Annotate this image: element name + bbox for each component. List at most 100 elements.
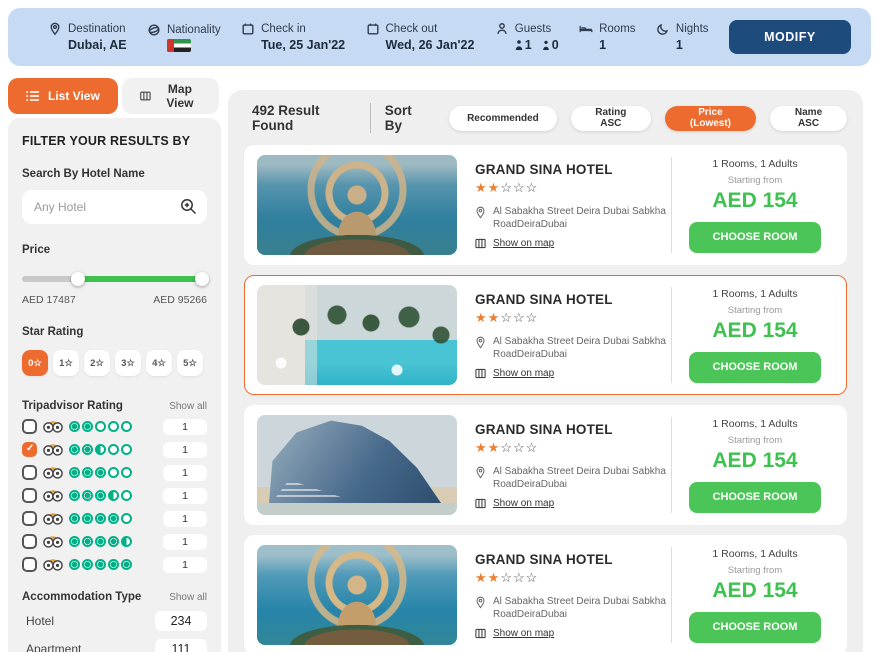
star-chip-2[interactable]: 2☆ xyxy=(84,350,110,376)
hotel-name: GRAND SINA HOTEL xyxy=(475,162,667,177)
star-chip-3[interactable]: 3☆ xyxy=(115,350,141,376)
choose-room-button[interactable]: CHOOSE ROOM xyxy=(689,482,821,513)
choose-room-button[interactable]: CHOOSE ROOM xyxy=(689,612,821,643)
destination-value: Dubai, AE xyxy=(68,38,127,52)
hotel-name: GRAND SINA HOTEL xyxy=(475,422,667,437)
rating-circle xyxy=(69,559,80,570)
star-chip-4[interactable]: 4☆ xyxy=(146,350,172,376)
sort-pill-name-asc[interactable]: Name ASC xyxy=(770,106,847,131)
tripadvisor-owl-icon xyxy=(43,512,63,525)
hotel-search-page: Destination Dubai, AE Nationality Check … xyxy=(0,0,879,652)
star-chip-1[interactable]: 1☆ xyxy=(53,350,79,376)
star-chip-5[interactable]: 5☆ xyxy=(177,350,203,376)
nights-field[interactable]: Nights 1 xyxy=(656,22,709,52)
location-pin-icon xyxy=(475,596,486,609)
tripadvisor-show-all-link[interactable]: Show all xyxy=(169,401,207,412)
rating-circle xyxy=(82,444,93,455)
guests-field[interactable]: Guests 1 0 xyxy=(495,22,559,52)
hotel-card[interactable]: GRAND SINA HOTEL ★★☆☆☆ Al Sabakha Street… xyxy=(244,405,847,525)
show-on-map-link[interactable]: Show on map xyxy=(475,498,667,509)
search-summary-bar: Destination Dubai, AE Nationality Check … xyxy=(8,8,871,66)
globe-icon xyxy=(147,23,161,37)
show-on-map-link[interactable]: Show on map xyxy=(475,628,667,639)
person-icon xyxy=(495,22,509,36)
tripadvisor-checkbox[interactable] xyxy=(22,557,37,572)
map-icon xyxy=(475,628,486,639)
empty-stars: ☆☆☆ xyxy=(500,310,538,325)
destination-field[interactable]: Destination Dubai, AE xyxy=(48,22,127,52)
card-divider xyxy=(671,417,672,513)
price-slider-handle-max[interactable] xyxy=(195,272,209,286)
occupancy-text: 1 Rooms, 1 Adults xyxy=(712,548,797,560)
price-slider[interactable] xyxy=(22,272,207,286)
price-text: AED 154 xyxy=(712,189,797,213)
rating-circle xyxy=(95,513,106,524)
hotel-star-rating: ★★☆☆☆ xyxy=(475,440,667,456)
choose-room-button[interactable]: CHOOSE ROOM xyxy=(689,222,821,253)
accommodation-row-apartment[interactable]: Apartment 111 xyxy=(22,639,207,652)
hotel-card[interactable]: GRAND SINA HOTEL ★★☆☆☆ Al Sabakha Street… xyxy=(244,145,847,265)
starting-from-label: Starting from xyxy=(728,435,782,446)
rating-circle xyxy=(82,467,93,478)
hotel-name: GRAND SINA HOTEL xyxy=(475,292,667,307)
rating-circle xyxy=(82,421,93,432)
price-text: AED 154 xyxy=(712,319,797,343)
location-pin-icon xyxy=(48,22,62,36)
rating-circle xyxy=(69,536,80,547)
tripadvisor-checkbox[interactable] xyxy=(22,511,37,526)
sort-options: Recommended Rating ASC Price (Lowest) Na… xyxy=(449,106,847,131)
tripadvisor-owl-icon xyxy=(43,489,63,502)
tripadvisor-row: 1 xyxy=(22,464,207,481)
list-view-button[interactable]: List View xyxy=(8,78,118,114)
tripadvisor-checkbox[interactable] xyxy=(22,442,37,457)
rating-circle xyxy=(108,421,119,432)
tripadvisor-checkbox[interactable] xyxy=(22,488,37,503)
show-on-map-label: Show on map xyxy=(493,628,554,639)
sort-pill-price-lowest[interactable]: Price (Lowest) xyxy=(665,106,756,131)
tripadvisor-rating-circles xyxy=(69,490,157,501)
hotel-address: Al Sabakha Street Deira Dubai Sabkha Roa… xyxy=(493,595,667,622)
rating-circle xyxy=(69,444,80,455)
rooms-field[interactable]: Rooms 1 xyxy=(579,22,635,52)
accommodation-type-label: Accommodation Type xyxy=(22,591,141,603)
nationality-field[interactable]: Nationality xyxy=(147,23,221,52)
check-out-field[interactable]: Check out Wed, 26 Jan'22 xyxy=(366,22,475,52)
rating-circle xyxy=(108,444,119,455)
map-view-button[interactable]: Map View xyxy=(122,78,219,114)
occupancy-text: 1 Rooms, 1 Adults xyxy=(712,288,797,300)
tripadvisor-rating-circles xyxy=(69,444,157,455)
accommodation-name: Apartment xyxy=(22,642,81,652)
tripadvisor-count: 1 xyxy=(163,511,207,527)
location-pin-icon xyxy=(475,466,486,479)
show-on-map-link[interactable]: Show on map xyxy=(475,368,667,379)
card-divider xyxy=(671,287,672,383)
choose-room-button[interactable]: CHOOSE ROOM xyxy=(689,352,821,383)
modify-button[interactable]: MODIFY xyxy=(729,20,851,54)
tripadvisor-checkbox[interactable] xyxy=(22,534,37,549)
price-slider-track[interactable] xyxy=(22,276,207,282)
card-divider xyxy=(671,547,672,643)
search-by-name-label: Search By Hotel Name xyxy=(22,168,207,180)
hotel-card[interactable]: GRAND SINA HOTEL ★★☆☆☆ Al Sabakha Street… xyxy=(244,535,847,652)
accommodation-row-hotel[interactable]: Hotel 234 xyxy=(22,611,207,631)
check-in-field[interactable]: Check in Tue, 25 Jan'22 xyxy=(241,22,345,52)
nationality-label: Nationality xyxy=(167,24,221,36)
show-on-map-link[interactable]: Show on map xyxy=(475,238,667,249)
card-divider xyxy=(671,157,672,253)
tripadvisor-checkbox[interactable] xyxy=(22,465,37,480)
sort-pill-rating-asc[interactable]: Rating ASC xyxy=(571,106,651,131)
price-slider-handle-min[interactable] xyxy=(71,272,85,286)
accommodation-show-all-link[interactable]: Show all xyxy=(169,592,207,603)
map-icon xyxy=(475,498,486,509)
hotel-photo xyxy=(257,155,457,255)
hotel-card[interactable]: GRAND SINA HOTEL ★★☆☆☆ Al Sabakha Street… xyxy=(244,275,847,395)
sort-pill-recommended[interactable]: Recommended xyxy=(449,106,557,131)
tripadvisor-checkbox[interactable] xyxy=(22,419,37,434)
filled-stars: ★★ xyxy=(475,440,500,455)
tripadvisor-row: 1 xyxy=(22,556,207,573)
hotel-star-rating: ★★☆☆☆ xyxy=(475,310,667,326)
tripadvisor-count: 1 xyxy=(163,488,207,504)
search-icon[interactable] xyxy=(180,198,197,215)
rating-circle xyxy=(95,444,106,455)
star-chip-0[interactable]: 0☆ xyxy=(22,350,48,376)
